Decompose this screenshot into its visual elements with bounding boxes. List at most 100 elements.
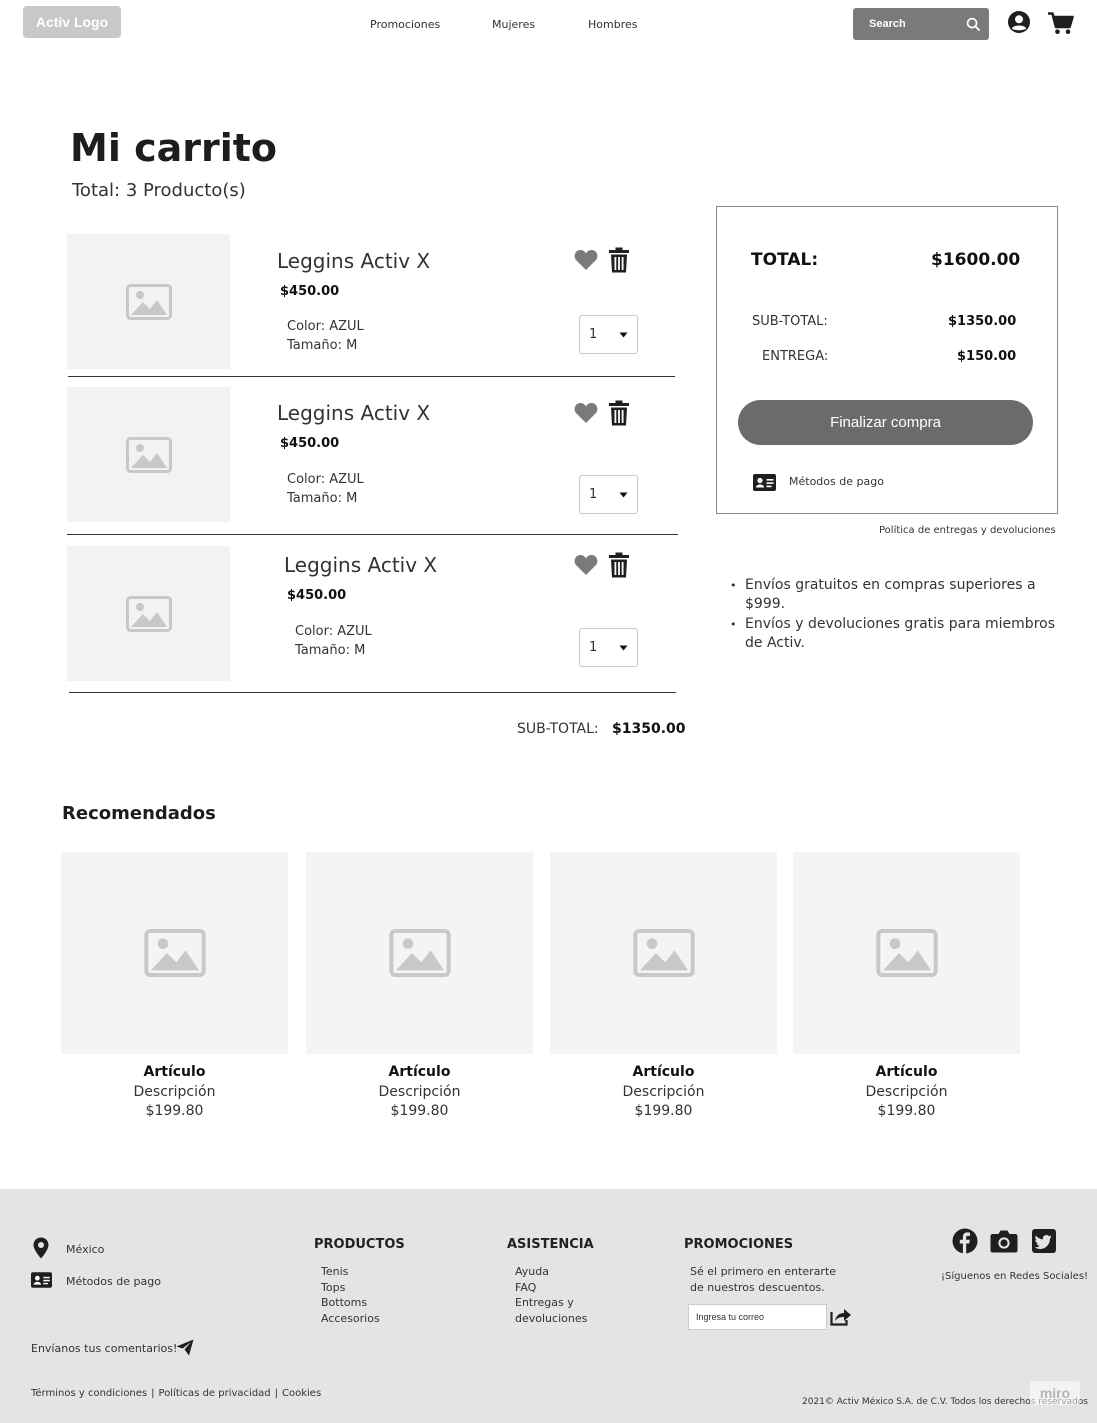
recommended-title: Recomendados xyxy=(62,803,216,824)
recommended-name[interactable]: Artículo xyxy=(793,1063,1020,1083)
item-divider xyxy=(69,692,676,693)
recommended-name[interactable]: Artículo xyxy=(306,1063,533,1083)
miro-watermark: miro xyxy=(1030,1381,1080,1405)
recommended-desc: Descripción xyxy=(622,1083,705,1100)
shipping-note: Envíos y devoluciones gratis para miembr… xyxy=(730,615,1070,653)
footer-payment[interactable]: Métodos de pago xyxy=(66,1275,161,1288)
product-price: $450.00 xyxy=(280,436,340,451)
id-card-icon xyxy=(31,1272,52,1288)
recommended-price: $199.80 xyxy=(877,1103,936,1119)
footer-asistencia-title: ASISTENCIA xyxy=(507,1237,594,1252)
footer-location[interactable]: México xyxy=(66,1243,104,1256)
recommended-card[interactable] xyxy=(793,852,1020,1054)
recommended-price: $199.80 xyxy=(390,1103,449,1119)
search-icon[interactable] xyxy=(966,17,981,32)
recommended-card[interactable] xyxy=(306,852,533,1054)
heart-icon[interactable] xyxy=(574,249,598,271)
newsletter-email-input[interactable] xyxy=(688,1304,827,1330)
image-placeholder-icon xyxy=(125,595,172,632)
location-pin-icon xyxy=(33,1237,49,1259)
promo-text-line: Sé el primero en enterarte xyxy=(690,1265,837,1278)
footer-link[interactable]: FAQ xyxy=(515,1280,587,1296)
product-size: Tamaño: M xyxy=(287,338,358,353)
trash-icon[interactable] xyxy=(608,247,630,273)
quantity-select[interactable]: 1 xyxy=(579,475,638,514)
footer-productos-title: PRODUCTOS xyxy=(314,1237,405,1252)
product-color: Color: AZUL xyxy=(287,319,364,334)
quantity-value: 1 xyxy=(589,640,598,655)
trash-icon[interactable] xyxy=(608,552,630,578)
trash-icon[interactable] xyxy=(608,400,630,426)
footer-productos-list: Tenis Tops Bottoms Accesorios xyxy=(321,1264,380,1326)
legal-links: Términos y condiciones | Políticas de pr… xyxy=(31,1388,321,1399)
footer-promociones-title: PROMOCIONES xyxy=(684,1237,794,1252)
image-placeholder-icon xyxy=(388,929,451,977)
summary-subtotal-value: $1350.00 xyxy=(948,314,1017,329)
product-image[interactable] xyxy=(67,387,230,522)
send-icon[interactable] xyxy=(176,1339,194,1356)
recommended-info: Artículo Descripción $199.80 xyxy=(61,1063,288,1122)
quantity-select[interactable]: 1 xyxy=(579,315,638,354)
recommended-desc: Descripción xyxy=(378,1083,461,1100)
item-divider xyxy=(67,534,678,535)
feedback-link[interactable]: Envíanos tus comentarios! xyxy=(31,1342,177,1355)
footer-promo-text: Sé el primero en enterarte de nuestros d… xyxy=(690,1264,836,1295)
recommended-info: Artículo Descripción $199.80 xyxy=(306,1063,533,1122)
recommended-card[interactable] xyxy=(61,852,288,1054)
footer-link[interactable]: Accesorios xyxy=(321,1311,380,1327)
footer-link[interactable]: Ayuda xyxy=(515,1264,587,1280)
terms-link[interactable]: Términos y condiciones xyxy=(31,1388,147,1399)
privacy-link[interactable]: Políticas de privacidad xyxy=(159,1388,271,1399)
heart-icon[interactable] xyxy=(574,554,598,576)
product-color: Color: AZUL xyxy=(287,472,364,487)
image-placeholder-icon xyxy=(125,283,172,320)
twitter-icon[interactable] xyxy=(1032,1229,1056,1253)
footer-link[interactable]: Tops xyxy=(321,1280,380,1296)
image-placeholder-icon xyxy=(875,929,938,977)
product-price: $450.00 xyxy=(280,284,340,299)
logo[interactable]: Activ Logo xyxy=(23,6,121,38)
cart-count: Total: 3 Producto(s) xyxy=(72,180,246,201)
cookies-link[interactable]: Cookies xyxy=(282,1388,321,1399)
caret-down-icon xyxy=(619,492,628,497)
recommended-name[interactable]: Artículo xyxy=(550,1063,777,1083)
product-size: Tamaño: M xyxy=(295,643,366,658)
caret-down-icon xyxy=(619,332,628,337)
share-submit-icon[interactable] xyxy=(830,1306,852,1326)
image-placeholder-icon xyxy=(143,929,206,977)
nav-hombres[interactable]: Hombres xyxy=(588,18,637,31)
summary-total-value: $1600.00 xyxy=(931,250,1021,270)
search-input[interactable] xyxy=(869,18,959,30)
product-name[interactable]: Leggins Activ X xyxy=(277,401,430,425)
recommended-info: Artículo Descripción $199.80 xyxy=(793,1063,1020,1122)
footer-asistencia-list: Ayuda FAQ Entregas y devoluciones xyxy=(515,1264,587,1326)
checkout-button[interactable]: Finalizar compra xyxy=(738,400,1033,445)
product-name[interactable]: Leggins Activ X xyxy=(284,553,437,577)
product-name[interactable]: Leggins Activ X xyxy=(277,249,430,273)
cart-icon[interactable] xyxy=(1048,12,1074,35)
camera-icon[interactable] xyxy=(990,1229,1018,1253)
separator: | xyxy=(274,1388,279,1399)
nav-mujeres[interactable]: Mujeres xyxy=(492,18,535,31)
product-image[interactable] xyxy=(67,546,230,681)
policy-link[interactable]: Política de entregas y devoluciones xyxy=(879,525,1056,536)
product-size: Tamaño: M xyxy=(287,491,358,506)
footer-link[interactable]: Bottoms xyxy=(321,1295,380,1311)
recommended-name[interactable]: Artículo xyxy=(61,1063,288,1083)
account-icon[interactable] xyxy=(1007,10,1031,34)
footer-link[interactable]: devoluciones xyxy=(515,1311,587,1327)
facebook-icon[interactable] xyxy=(952,1228,978,1254)
payment-methods-link[interactable]: Métodos de pago xyxy=(789,475,884,488)
recommended-card[interactable] xyxy=(550,852,777,1054)
summary-total-label: TOTAL: xyxy=(751,250,819,270)
recommended-price: $199.80 xyxy=(145,1103,204,1119)
footer-link[interactable]: Tenis xyxy=(321,1264,380,1280)
quantity-select[interactable]: 1 xyxy=(579,628,638,667)
nav-promociones[interactable]: Promociones xyxy=(370,18,440,31)
heart-icon[interactable] xyxy=(574,402,598,424)
footer-link[interactable]: Entregas y xyxy=(515,1295,587,1311)
product-image[interactable] xyxy=(67,234,230,369)
shipping-notes: Envíos gratuitos en compras superiores a… xyxy=(730,576,1070,654)
caret-down-icon xyxy=(619,645,628,650)
cart-subtotal-label: SUB-TOTAL: xyxy=(517,721,599,737)
